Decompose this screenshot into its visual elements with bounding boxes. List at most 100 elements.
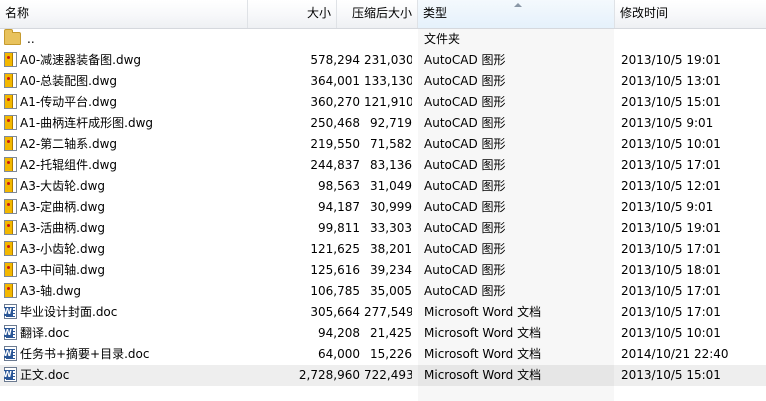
modified-time: 2013/10/5 17:01 [621, 284, 721, 298]
column-header-bar: 名称 大小 压缩后大小 类型 修改时间 [0, 0, 766, 29]
file-row[interactable]: A3-活曲柄.dwg 99,811 33,303 AutoCAD 图形 2013/10/… [0, 218, 766, 239]
file-name: A2-托辊组件.dwg [20, 158, 118, 172]
file-row[interactable]: 正文.doc 2,728,960 722,493 Microsoft Word 文档 2… [0, 365, 766, 386]
file-row[interactable]: A2-托辊组件.dwg 244,837 83,136 AutoCAD 图形 2013/1… [0, 155, 766, 176]
file-name-cell: A3-轴.dwg [4, 281, 274, 302]
file-name: A3-定曲柄.dwg [20, 200, 106, 214]
file-name: A3-轴.dwg [20, 284, 82, 298]
file-name-cell: A3-大齿轮.dwg [4, 176, 274, 197]
file-name-cell: 毕业设计封面.doc [4, 302, 274, 323]
file-size: 99,811 [318, 221, 360, 235]
file-type: AutoCAD 图形 [424, 284, 506, 298]
word-document-icon [4, 367, 17, 382]
compressed-size: 121,910 [364, 95, 412, 109]
modified-time: 2013/10/5 9:01 [621, 200, 714, 214]
file-row[interactable]: A0-减速器装备图.dwg 578,294 231,030 AutoCAD 图形 201… [0, 50, 766, 71]
file-size: 250,468 [310, 116, 360, 130]
file-name-cell: 正文.doc [4, 365, 274, 386]
file-size: 364,001 [310, 74, 360, 88]
file-type: AutoCAD 图形 [424, 158, 506, 172]
autocad-file-icon [4, 136, 17, 151]
autocad-file-icon [4, 220, 17, 235]
file-row[interactable]: A3-定曲柄.dwg 94,187 30,999 AutoCAD 图形 2013/10/… [0, 197, 766, 218]
file-row[interactable]: A1-传动平台.dwg 360,270 121,910 AutoCAD 图形 2013/… [0, 92, 766, 113]
file-row[interactable]: A1-曲柄连杆成形图.dwg 250,468 92,719 AutoCAD 图形 201… [0, 113, 766, 134]
folder-icon [4, 29, 21, 45]
file-size [276, 29, 360, 50]
file-type: AutoCAD 图形 [424, 74, 506, 88]
file-name-cell: .. [4, 29, 274, 50]
file-name-cell: A0-总装配图.dwg [4, 71, 274, 92]
file-name-cell: 任务书+摘要+目录.doc [4, 344, 274, 365]
file-name: A1-曲柄连杆成形图.dwg [20, 116, 154, 130]
modified-time [621, 29, 761, 50]
file-type: AutoCAD 图形 [424, 95, 506, 109]
autocad-file-icon [4, 178, 17, 193]
compressed-size: 33,303 [370, 221, 412, 235]
file-size: 244,837 [310, 158, 360, 172]
file-type: Microsoft Word 文档 [418, 365, 614, 386]
column-header-name[interactable]: 名称 [0, 0, 248, 28]
autocad-file-icon [4, 283, 17, 298]
file-row[interactable]: 任务书+摘要+目录.doc 64,000 15,226 Microsoft Word … [0, 344, 766, 365]
file-name: 毕业设计封面.doc [20, 305, 118, 319]
file-row[interactable]: 翻译.doc 94,208 21,425 Microsoft Word 文档 2013/… [0, 323, 766, 344]
autocad-file-icon [4, 73, 17, 88]
file-name-cell: A1-传动平台.dwg [4, 92, 274, 113]
modified-time: 2013/10/5 17:01 [621, 305, 721, 319]
modified-time: 2013/10/5 10:01 [621, 137, 721, 151]
file-name-cell: A2-第二轴系.dwg [4, 134, 274, 155]
column-header-size[interactable]: 大小 [248, 0, 337, 28]
file-name-cell: A1-曲柄连杆成形图.dwg [4, 113, 274, 134]
file-type: AutoCAD 图形 [424, 263, 506, 277]
modified-time: 2013/10/5 17:01 [621, 242, 721, 256]
file-row[interactable]: A0-总装配图.dwg 364,001 133,130 AutoCAD 图形 2013/… [0, 71, 766, 92]
file-type: AutoCAD 图形 [424, 242, 506, 256]
file-type: AutoCAD 图形 [424, 179, 506, 193]
file-row[interactable]: A3-大齿轮.dwg 98,563 31,049 AutoCAD 图形 2013/10/… [0, 176, 766, 197]
file-row[interactable]: 毕业设计封面.doc 305,664 277,549 Microsoft Word 文… [0, 302, 766, 323]
file-name: A0-总装配图.dwg [20, 74, 118, 88]
autocad-file-icon [4, 241, 17, 256]
file-row[interactable]: A3-轴.dwg 106,785 35,005 AutoCAD 图形 2013/10/5… [0, 281, 766, 302]
file-type: AutoCAD 图形 [424, 116, 506, 130]
file-name: .. [27, 32, 35, 46]
compressed-size: 38,201 [370, 242, 412, 256]
compressed-size: 92,719 [370, 116, 412, 130]
file-row[interactable]: .. 文件夹 [0, 29, 766, 50]
file-size: 106,785 [310, 284, 360, 298]
column-header-compressed-size[interactable]: 压缩后大小 [337, 0, 418, 28]
compressed-size: 21,425 [370, 326, 412, 340]
file-size: 64,000 [318, 347, 360, 361]
modified-time: 2013/10/5 19:01 [621, 53, 721, 67]
file-type: AutoCAD 图形 [424, 53, 506, 67]
file-row[interactable]: A2-第二轴系.dwg 219,550 71,582 AutoCAD 图形 2013/1… [0, 134, 766, 155]
autocad-file-icon [4, 199, 17, 214]
file-name-cell: A3-小齿轮.dwg [4, 239, 274, 260]
file-name: 翻译.doc [20, 326, 70, 340]
modified-time: 2013/10/5 19:01 [621, 221, 721, 235]
file-row[interactable]: A3-小齿轮.dwg 121,625 38,201 AutoCAD 图形 2013/10… [0, 239, 766, 260]
column-header-modified[interactable]: 修改时间 [615, 0, 766, 28]
autocad-file-icon [4, 52, 17, 67]
file-type: AutoCAD 图形 [424, 221, 506, 235]
file-type: Microsoft Word 文档 [424, 326, 542, 340]
file-size: 2,728,960 [298, 368, 360, 382]
file-type: Microsoft Word 文档 [424, 347, 542, 361]
compressed-size: 35,005 [370, 284, 412, 298]
file-size: 360,270 [310, 95, 360, 109]
file-name: 正文.doc [20, 368, 70, 382]
modified-time: 2013/10/5 9:01 [621, 116, 714, 130]
compressed-size: 133,130 [364, 74, 412, 88]
file-name-cell: A2-托辊组件.dwg [4, 155, 274, 176]
compressed-size: 39,234 [370, 263, 412, 277]
compressed-size [364, 29, 412, 50]
compressed-size: 83,136 [370, 158, 412, 172]
file-row[interactable]: A3-中间轴.dwg 125,616 39,234 AutoCAD 图形 2013/10… [0, 260, 766, 281]
file-name: A3-小齿轮.dwg [20, 242, 106, 256]
modified-time: 2014/10/21 22:40 [621, 347, 729, 361]
file-size: 578,294 [310, 53, 360, 67]
modified-time: 2013/10/5 15:01 [621, 368, 721, 382]
file-size: 305,664 [310, 305, 360, 319]
file-size: 121,625 [310, 242, 360, 256]
